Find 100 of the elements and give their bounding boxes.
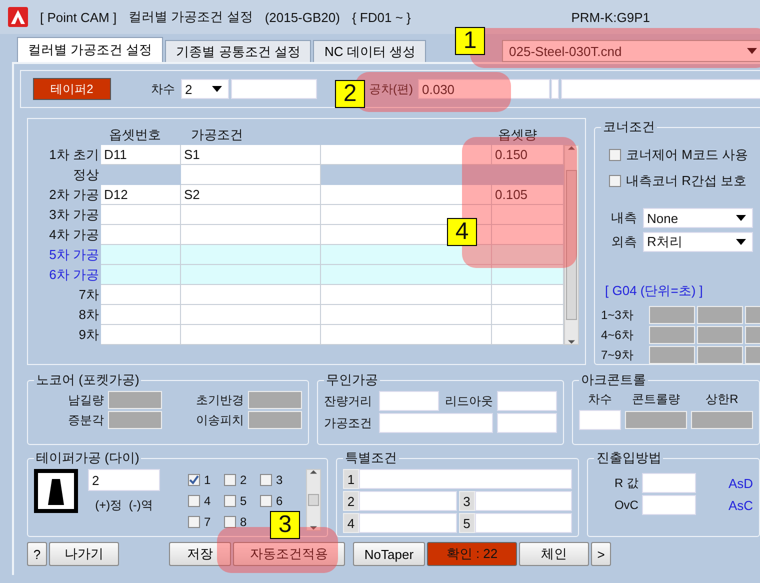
action-button[interactable]: 자동조건적용 (233, 542, 345, 566)
checkbox[interactable] (188, 474, 200, 486)
table-cell[interactable] (321, 185, 492, 205)
scroll-up-icon[interactable] (568, 146, 575, 150)
checkbox[interactable] (188, 516, 200, 528)
input-field[interactable] (359, 469, 572, 489)
table-cell[interactable]: S1 (181, 145, 321, 165)
table-cell[interactable] (321, 245, 492, 265)
scroll-down-icon[interactable] (568, 340, 575, 344)
inner-dropdown[interactable]: None (643, 208, 753, 228)
action-button[interactable]: ? (27, 542, 47, 566)
taper-button[interactable]: 테이퍼2 (33, 78, 111, 100)
checkbox[interactable] (224, 516, 236, 528)
table-cell[interactable] (101, 245, 181, 265)
scrollbar[interactable] (306, 469, 321, 531)
input-field[interactable] (697, 306, 743, 324)
input-field[interactable] (497, 413, 557, 433)
checkbox[interactable] (224, 474, 236, 486)
table-cell[interactable]: S2 (181, 185, 321, 205)
input-field[interactable] (691, 411, 753, 429)
table-cell[interactable] (181, 165, 321, 185)
table-cell[interactable] (321, 145, 492, 165)
table-cell[interactable] (101, 205, 181, 225)
checkbox[interactable] (609, 175, 621, 187)
table-cell[interactable] (321, 305, 492, 325)
input-field[interactable] (649, 306, 695, 324)
checkbox[interactable] (260, 474, 272, 486)
tab[interactable]: 기종별 공통조건 설정 (165, 40, 312, 62)
table-cell[interactable]: 0.105 (492, 185, 564, 205)
input-field[interactable] (649, 346, 695, 364)
input-field[interactable] (649, 326, 695, 344)
action-button[interactable]: 저장 (169, 542, 231, 566)
table-cell[interactable] (321, 285, 492, 305)
table-cell[interactable]: D12 (101, 185, 181, 205)
table-cell[interactable] (181, 285, 321, 305)
table-cell[interactable] (101, 325, 181, 345)
input-field[interactable] (231, 79, 317, 99)
order-dropdown[interactable]: 2 (181, 79, 229, 99)
input-field[interactable] (248, 411, 302, 429)
input-field[interactable] (359, 491, 457, 511)
scroll-up-icon[interactable] (310, 470, 317, 474)
input-field[interactable] (497, 391, 557, 411)
input-field[interactable] (108, 391, 162, 409)
outer-dropdown[interactable]: R처리 (643, 232, 753, 252)
tolerance-field[interactable]: 0.030 (418, 79, 550, 99)
scroll-thumb[interactable] (308, 494, 319, 506)
table-cell[interactable] (101, 265, 181, 285)
table-cell[interactable]: D11 (101, 145, 181, 165)
action-button[interactable]: NoTaper (353, 542, 425, 566)
table-cell[interactable] (492, 325, 564, 345)
input-field[interactable] (561, 79, 760, 99)
input-field[interactable] (474, 491, 572, 511)
input-field[interactable] (378, 413, 493, 433)
input-field[interactable] (108, 411, 162, 429)
table-cell[interactable] (492, 305, 564, 325)
table-cell[interactable] (181, 245, 321, 265)
table-cell[interactable] (181, 265, 321, 285)
link[interactable]: AsD (728, 476, 753, 490)
input-field[interactable] (248, 391, 302, 409)
input-field[interactable] (697, 346, 743, 364)
action-button[interactable]: 확인 : 22 (427, 542, 517, 566)
scroll-thumb[interactable] (566, 170, 577, 320)
input-field[interactable] (474, 513, 572, 533)
input-field[interactable] (642, 473, 696, 493)
taper-field[interactable]: 2 (88, 469, 160, 491)
action-button[interactable]: 나가기 (49, 542, 119, 566)
table-cell[interactable] (101, 285, 181, 305)
table-cell[interactable] (181, 325, 321, 345)
table-cell[interactable] (492, 265, 564, 285)
checkbox[interactable] (260, 494, 272, 506)
table-cell[interactable] (101, 225, 181, 245)
tab[interactable]: 컬러별 가공조건 설정 (17, 37, 164, 62)
table-cell[interactable] (101, 305, 181, 325)
table-cell[interactable] (181, 205, 321, 225)
action-button[interactable]: 체인 (519, 542, 589, 566)
table-cell[interactable] (492, 205, 564, 225)
checkbox[interactable] (224, 494, 236, 506)
input-field[interactable] (579, 410, 621, 430)
input-field[interactable] (625, 411, 687, 429)
input-field[interactable] (378, 391, 438, 411)
table-cell[interactable] (492, 225, 564, 245)
table-cell[interactable] (321, 265, 492, 285)
checkbox[interactable] (188, 494, 200, 506)
scroll-down-icon[interactable] (310, 526, 317, 530)
checkbox[interactable] (609, 149, 621, 161)
input-field[interactable] (359, 513, 457, 533)
input-field[interactable] (551, 79, 559, 99)
link[interactable]: AsC (728, 498, 753, 512)
table-cell[interactable] (181, 225, 321, 245)
table-cell[interactable]: 0.150 (492, 145, 564, 165)
table-cell[interactable] (492, 245, 564, 265)
table-cell[interactable] (492, 285, 564, 305)
table-cell[interactable] (181, 305, 321, 325)
file-dropdown[interactable]: 025-Steel-030T.cnd (502, 40, 760, 62)
tab[interactable]: NC 데이터 생성 (313, 40, 426, 62)
input-field[interactable] (697, 326, 743, 344)
table-cell[interactable] (321, 325, 492, 345)
input-field[interactable] (642, 495, 696, 515)
scrollbar[interactable] (564, 145, 579, 345)
action-button[interactable]: > (591, 542, 611, 566)
